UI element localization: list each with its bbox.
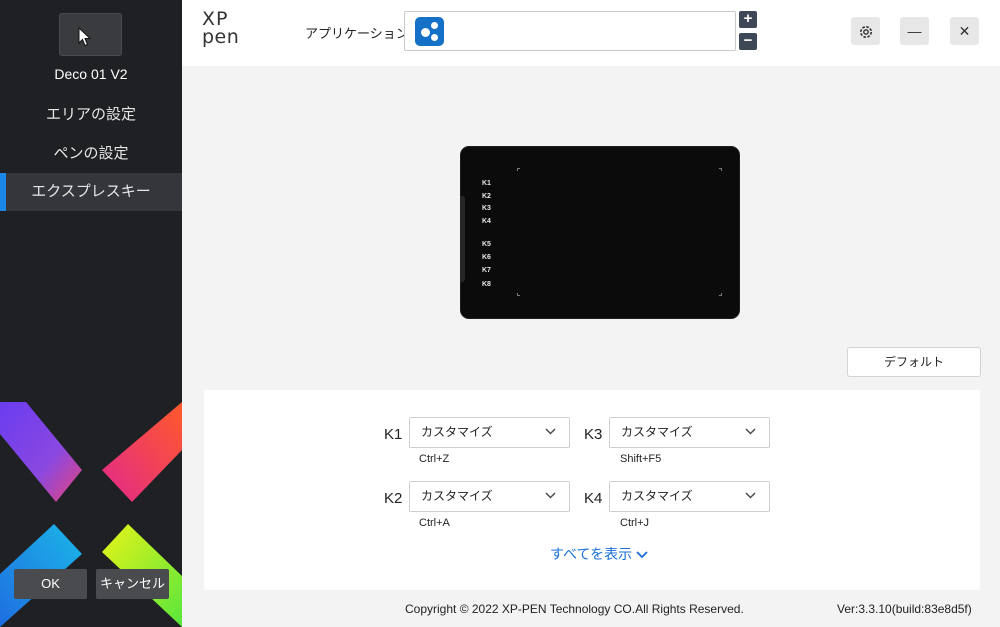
tablet-key-label: K5: [482, 241, 491, 248]
close-button[interactable]: ✕: [950, 17, 979, 45]
k2-action-select[interactable]: カスタマイズ: [409, 481, 570, 512]
k3-shortcut: Shift+F5: [620, 453, 662, 465]
tablet-key-label: K2: [482, 193, 491, 200]
chevron-down-icon: [545, 492, 556, 499]
nav-item-pen-settings[interactable]: ペンの設定: [0, 135, 182, 173]
show-all-link[interactable]: すべてを表示: [550, 544, 648, 564]
device-name: Deco 01 V2: [54, 66, 128, 82]
application-label: アプリケーション:: [305, 26, 413, 41]
k4-action-value: カスタマイズ: [621, 489, 693, 503]
tablet-image: K1 K2 K3 K4 K5 K6 K7 K8: [460, 146, 740, 319]
brand-bottom: pen: [202, 26, 240, 48]
k4-action-select[interactable]: カスタマイズ: [609, 481, 770, 512]
tablet-key-label: K4: [482, 218, 491, 225]
settings-button[interactable]: [851, 17, 880, 45]
minimize-button[interactable]: —: [900, 17, 929, 45]
device-thumbnail[interactable]: [59, 13, 122, 56]
k2-shortcut: Ctrl+A: [419, 517, 450, 529]
k1-action-value: カスタマイズ: [421, 425, 493, 439]
tablet-key-label: K8: [482, 281, 491, 288]
cursor-icon: [78, 27, 92, 47]
remove-application-button[interactable]: −: [739, 33, 757, 50]
ok-button[interactable]: OK: [14, 569, 87, 599]
chevron-down-icon: [636, 551, 648, 559]
key-name-k3: K3: [584, 426, 603, 443]
all-apps-icon[interactable]: [415, 17, 444, 46]
default-button[interactable]: デフォルト: [847, 347, 981, 377]
k1-action-select[interactable]: カスタマイズ: [409, 417, 570, 448]
tablet-key-label: K6: [482, 254, 491, 261]
active-area-corner: [719, 168, 722, 171]
chevron-down-icon: [745, 492, 756, 499]
active-area-corner: [517, 293, 520, 296]
cancel-button[interactable]: キャンセル: [96, 569, 169, 599]
tablet-key-label: K3: [482, 205, 491, 212]
xppen-logo: XP pen: [202, 10, 240, 48]
k1-shortcut: Ctrl+Z: [419, 453, 450, 465]
key-name-k1: K1: [384, 426, 403, 443]
gear-icon: [859, 26, 872, 39]
tablet-key-label: K7: [482, 267, 491, 274]
active-area-corner: [517, 168, 520, 171]
tablet-key-strip: [460, 196, 465, 282]
express-key-panel: K1 カスタマイズ Ctrl+Z K3 カスタマイズ Shift+F5 K2 カ…: [204, 390, 980, 590]
copyright-text: Copyright © 2022 XP-PEN Technology CO.Al…: [405, 602, 744, 616]
k2-action-value: カスタマイズ: [421, 489, 493, 503]
k3-action-select[interactable]: カスタマイズ: [609, 417, 770, 448]
application-selector[interactable]: [404, 11, 736, 51]
add-application-button[interactable]: +: [739, 11, 757, 28]
show-all-label: すべてを表示: [550, 546, 633, 562]
k3-action-value: カスタマイズ: [621, 425, 693, 439]
key-name-k2: K2: [384, 490, 403, 507]
k4-shortcut: Ctrl+J: [620, 517, 650, 529]
tablet-key-label: K1: [482, 180, 491, 187]
nav-item-area-settings[interactable]: エリアの設定: [0, 96, 182, 134]
sidebar: Deco 01 V2 エリアの設定 ペンの設定 エクスプレスキー OK キャンセ…: [0, 0, 182, 627]
version-text: Ver:3.3.10(build:83e8d5f): [837, 602, 972, 616]
active-area-corner: [719, 293, 722, 296]
chevron-down-icon: [745, 428, 756, 435]
header: XP pen アプリケーション: + − — ✕: [182, 0, 1000, 66]
key-name-k4: K4: [584, 490, 603, 507]
chevron-down-icon: [545, 428, 556, 435]
nav-item-express-keys[interactable]: エクスプレスキー: [0, 173, 182, 211]
